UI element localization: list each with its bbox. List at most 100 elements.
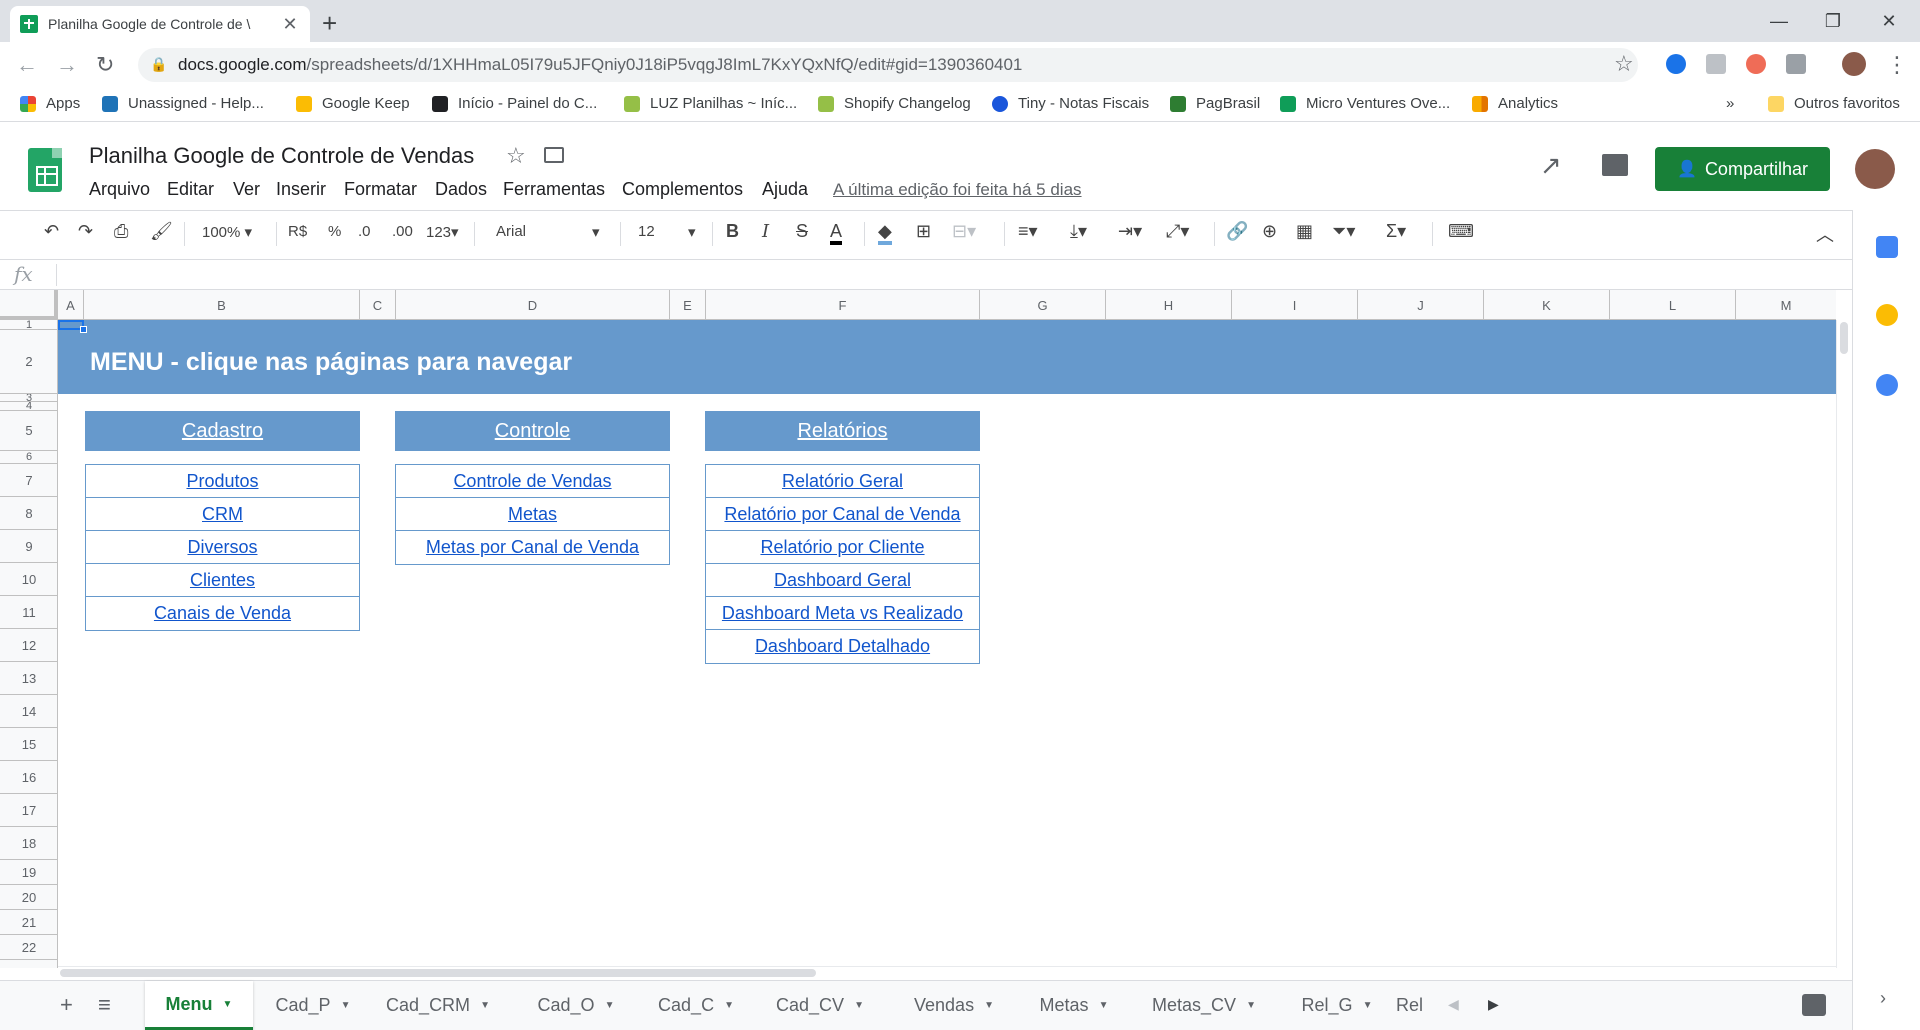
column-header-h[interactable]: H (1106, 290, 1232, 320)
column-header-e[interactable]: E (670, 290, 706, 320)
text-color-icon[interactable]: A (830, 221, 843, 245)
account-avatar[interactable] (1855, 149, 1895, 189)
bold-icon[interactable]: B (726, 221, 739, 242)
chrome-menu-icon[interactable]: ⋮ (1886, 52, 1908, 78)
more-formats-button[interactable]: 123▾ (426, 223, 459, 241)
password-manager-icon[interactable] (1666, 54, 1686, 74)
column-header-i[interactable]: I (1232, 290, 1358, 320)
bookmark-pagbrasil[interactable]: PagBrasil (1170, 95, 1260, 112)
bookmark-micro-ventures[interactable]: Micro Ventures Ove... (1280, 95, 1450, 112)
all-sheets-icon[interactable]: ≡ (98, 992, 111, 1018)
link-metas-por-canal[interactable]: Metas por Canal de Venda (396, 531, 669, 564)
input-tools-keyboard-icon[interactable]: ⌨ (1448, 221, 1474, 242)
activity-trend-icon[interactable]: ↗ (1540, 150, 1562, 181)
column-header-g[interactable]: G (980, 290, 1106, 320)
row-header-20[interactable]: 20 (0, 885, 58, 910)
last-edit-link[interactable]: A última edição foi feita há 5 dias (833, 180, 1082, 200)
row-header-17[interactable]: 17 (0, 794, 58, 827)
print-icon[interactable]: ⎙ (114, 221, 128, 242)
select-all-corner[interactable] (0, 290, 58, 320)
extension-copy-icon[interactable] (1786, 54, 1806, 74)
strikethrough-icon[interactable]: S (796, 221, 808, 242)
sheet-tab-cad-crm[interactable]: Cad_CRM ▼ (374, 981, 502, 1030)
column-header-k[interactable]: K (1484, 290, 1610, 320)
row-header-16[interactable]: 16 (0, 761, 58, 794)
sheet-tab-menu[interactable]: Menu ▼ (145, 981, 253, 1030)
add-sheet-icon[interactable]: + (60, 992, 73, 1018)
row-header-3[interactable]: 3 (0, 394, 58, 402)
row-header-18[interactable]: 18 (0, 827, 58, 860)
insert-comment-icon[interactable]: ⊕ (1262, 221, 1277, 242)
sheet-tab-vendas[interactable]: Vendas ▼ (892, 981, 1016, 1030)
window-close-icon[interactable]: ✕ (1866, 6, 1912, 36)
column-header-l[interactable]: L (1610, 290, 1736, 320)
fill-handle[interactable] (80, 326, 87, 333)
paint-format-icon[interactable]: 🖌 (150, 221, 173, 242)
scroll-tabs-right-icon[interactable]: ▶ (1488, 996, 1499, 1013)
link-diversos[interactable]: Diversos (86, 531, 359, 564)
percent-format-button[interactable]: % (328, 223, 341, 240)
forward-icon[interactable]: → (56, 52, 78, 78)
row-header-13[interactable]: 13 (0, 662, 58, 695)
merge-cells-icon[interactable]: ⊟▾ (952, 221, 976, 242)
extension-notes-icon[interactable] (1706, 54, 1726, 74)
browser-tab[interactable]: Planilha Google de Controle de \ ✕ (10, 6, 310, 42)
sheet-tab-cad-p[interactable]: Cad_P ▼ (258, 981, 368, 1030)
link-metas[interactable]: Metas (396, 498, 669, 531)
row-header-15[interactable]: 15 (0, 728, 58, 761)
link-relatorio-geral[interactable]: Relatório Geral (706, 465, 979, 498)
sheet-tab-cad-c[interactable]: Cad_C ▼ (638, 981, 754, 1030)
row-header-2[interactable]: 2 (0, 330, 58, 394)
link-dashboard-geral[interactable]: Dashboard Geral (706, 564, 979, 597)
row-header-1[interactable]: 1 (0, 319, 58, 331)
text-wrapping-icon[interactable]: ⇥▾ (1118, 221, 1142, 242)
row-header-6[interactable]: 6 (0, 451, 58, 464)
column-header-j[interactable]: J (1358, 290, 1484, 320)
sheets-logo-icon[interactable] (28, 148, 62, 192)
section-header-controle[interactable]: Controle (395, 411, 670, 451)
increase-decimals-button[interactable]: .00 (392, 223, 413, 240)
column-header-c[interactable]: C (360, 290, 396, 320)
share-button[interactable]: 👤 Compartilhar (1655, 147, 1830, 191)
bookmark-apps[interactable]: Apps (20, 95, 80, 112)
redo-icon[interactable]: ↷ (78, 221, 93, 242)
font-family-select[interactable]: Arial ▾ (496, 223, 606, 241)
sheet-tab-rel-g[interactable]: Rel_G ▼ (1282, 981, 1392, 1030)
currency-format-button[interactable]: R$ (288, 223, 307, 240)
menu-formatar[interactable]: Formatar (344, 179, 417, 200)
star-icon[interactable]: ☆ (506, 143, 526, 169)
menu-ajuda[interactable]: Ajuda (762, 179, 808, 200)
insert-link-icon[interactable]: 🔗 (1226, 221, 1248, 242)
link-canais-de-venda[interactable]: Canais de Venda (86, 597, 359, 630)
link-dashboard-meta[interactable]: Dashboard Meta vs Realizado (706, 597, 979, 630)
move-folder-icon[interactable] (544, 147, 564, 163)
back-icon[interactable]: ← (16, 52, 38, 78)
collapse-menus-icon[interactable]: ︿ (1816, 221, 1834, 247)
menu-editar[interactable]: Editar (167, 179, 214, 200)
insert-chart-icon[interactable]: ▦ (1296, 221, 1313, 242)
row-header-11[interactable]: 11 (0, 596, 58, 629)
formula-bar[interactable] (0, 260, 1852, 290)
profile-avatar[interactable] (1842, 52, 1866, 76)
italic-icon[interactable]: I (762, 221, 769, 242)
sheet-tab-cad-cv[interactable]: Cad_CV ▼ (758, 981, 882, 1030)
column-header-d[interactable]: D (396, 290, 670, 320)
link-crm[interactable]: CRM (86, 498, 359, 531)
comments-icon[interactable] (1602, 154, 1628, 176)
fill-color-icon[interactable]: ◆ (878, 221, 892, 245)
row-header-10[interactable]: 10 (0, 563, 58, 596)
row-header-19[interactable]: 19 (0, 860, 58, 885)
row-header-21[interactable]: 21 (0, 910, 58, 935)
row-header-14[interactable]: 14 (0, 695, 58, 728)
link-dashboard-detalhado[interactable]: Dashboard Detalhado (706, 630, 979, 663)
decrease-decimals-button[interactable]: .0 (358, 223, 371, 240)
extension-k-icon[interactable] (1746, 54, 1766, 74)
menu-dados[interactable]: Dados (435, 179, 487, 200)
zoom-select[interactable]: 100% ▾ (202, 223, 252, 241)
scroll-tabs-left-icon[interactable]: ◀ (1448, 996, 1459, 1013)
text-rotation-icon[interactable]: ⤢▾ (1166, 221, 1189, 242)
bookmarks-overflow-icon[interactable]: » (1726, 95, 1734, 112)
minimize-icon[interactable]: — (1756, 6, 1802, 36)
section-header-relatorios[interactable]: Relatórios (705, 411, 980, 451)
bookmark-tiny[interactable]: Tiny - Notas Fiscais (992, 95, 1149, 112)
